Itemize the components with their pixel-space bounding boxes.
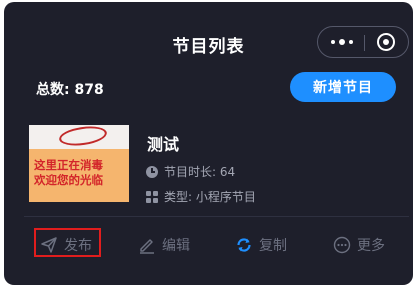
copy-button[interactable]: 复制 — [235, 230, 287, 260]
pencil-icon — [140, 239, 154, 254]
clock-icon — [146, 165, 158, 178]
program-duration: 节目时长: 64 — [146, 163, 235, 180]
copy-label: 复制 — [259, 238, 287, 254]
program-title[interactable]: 测试 — [147, 131, 179, 155]
grid-icon — [146, 190, 158, 203]
total-value: 878 — [74, 82, 104, 98]
refresh-icon — [237, 238, 251, 252]
total-count: 总数: 878 — [36, 79, 104, 99]
total-label: 总数: — [36, 82, 70, 98]
duration-label: 节目时长: 64 — [164, 165, 236, 179]
thumbnail-text-line2: 欢迎您的光临 — [34, 173, 103, 187]
more-button[interactable]: 更多 — [333, 230, 385, 260]
capsule-menu — [317, 26, 409, 58]
capsule-divider — [364, 35, 365, 51]
target-icon[interactable] — [377, 33, 395, 51]
publish-highlight-box — [34, 228, 101, 257]
program-thumbnail[interactable]: 这里正在消毒 欢迎您的光临 — [29, 125, 129, 202]
type-label: 类型: 小程序节目 — [164, 190, 256, 204]
divider — [24, 216, 409, 217]
more-circle-icon — [333, 236, 351, 254]
thumbnail-text-line1: 这里正在消毒 — [34, 158, 103, 172]
more-dots-icon[interactable] — [331, 35, 353, 49]
program-type: 类型: 小程序节目 — [146, 188, 256, 205]
more-label: 更多 — [357, 238, 385, 254]
add-program-button[interactable]: 新增节目 — [290, 72, 396, 102]
edit-label: 编辑 — [162, 238, 190, 254]
edit-button[interactable]: 编辑 — [138, 230, 190, 260]
mini-program-screen: 节目列表 总数: 878 新增节目 这里正在消毒 欢迎您的光临 测试 节目时长:… — [4, 2, 413, 285]
